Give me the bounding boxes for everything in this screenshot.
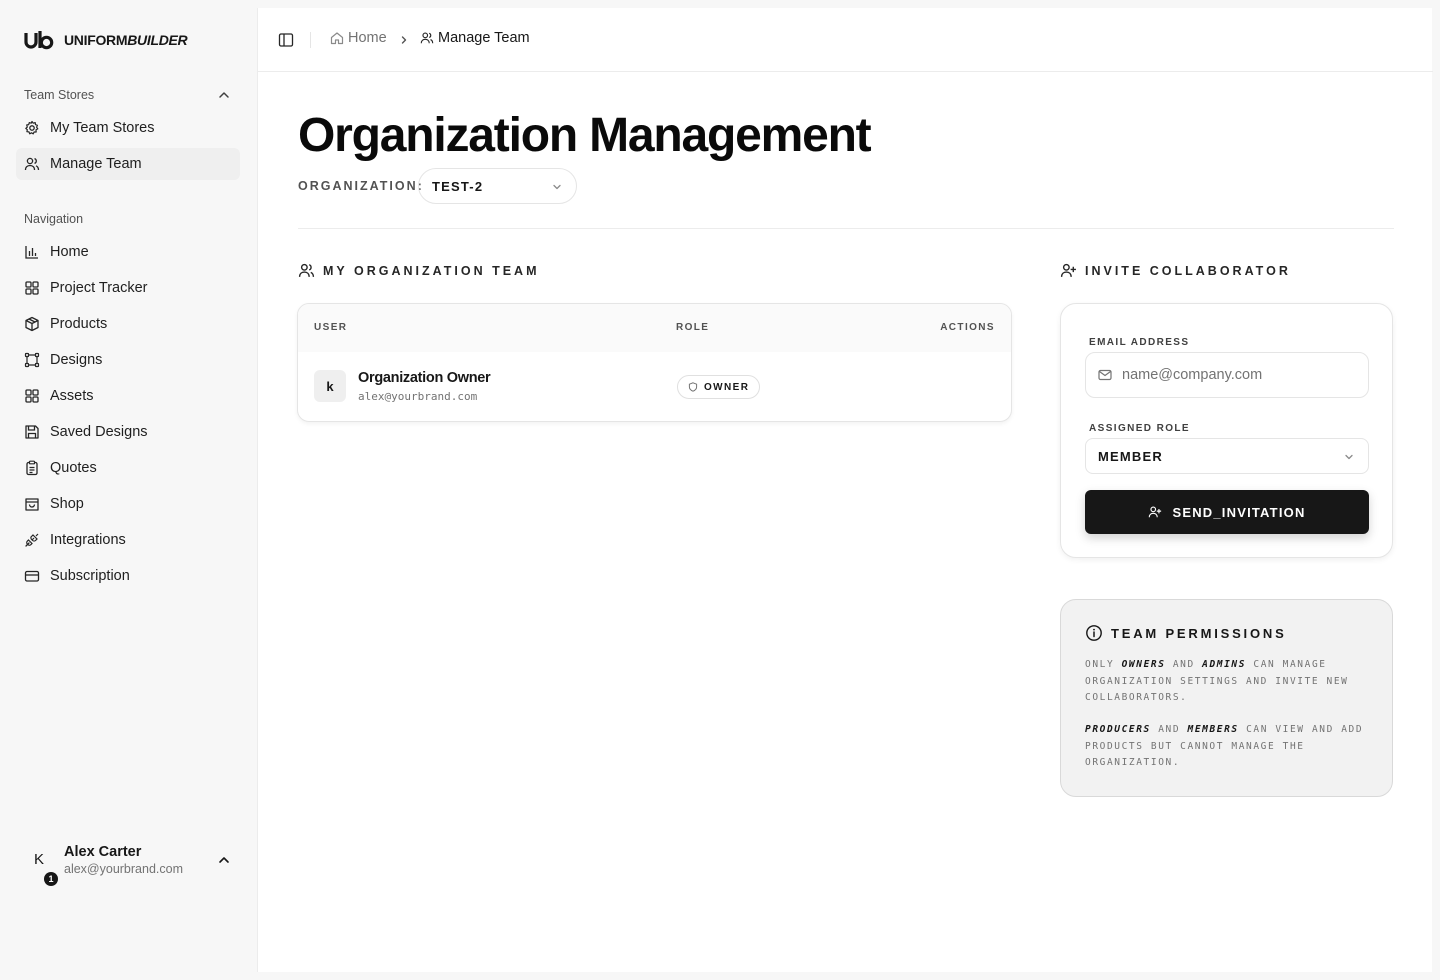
avatar: K 1 xyxy=(24,848,58,886)
sidebar-item-assets[interactable]: Assets xyxy=(16,380,240,412)
user-plus-icon xyxy=(1060,263,1076,277)
notification-badge: 1 xyxy=(44,872,58,886)
sidebar-item-saved-designs[interactable]: Saved Designs xyxy=(16,416,240,448)
sidebar-item-shop[interactable]: Shop xyxy=(16,488,240,520)
column-header-role: ROLE xyxy=(676,322,710,333)
permissions-members-text: PRODUCERS AND MEMBERS CAN VIEW AND ADD P… xyxy=(1085,724,1364,768)
main-panel: Home Manage Team Organization Management… xyxy=(257,8,1433,972)
chevron-down-icon xyxy=(1345,454,1353,460)
bar-chart-icon xyxy=(25,246,38,259)
ub-logo-icon xyxy=(24,31,54,50)
email-field[interactable] xyxy=(1085,352,1369,398)
store-icon xyxy=(25,498,39,511)
sidebar-item-label: My Team Stores xyxy=(50,120,155,136)
sidebar-item-label: Saved Designs xyxy=(50,424,148,440)
info-icon xyxy=(1086,625,1102,641)
organization-value: TEST-2 xyxy=(432,178,484,194)
group-label-navigation: Navigation xyxy=(24,212,84,226)
users-icon xyxy=(24,157,40,171)
user-email: alex@yourbrand.com xyxy=(64,862,183,876)
group-label-team-stores: Team Stores xyxy=(24,88,95,102)
sidebar-item-quotes[interactable]: Quotes xyxy=(16,452,240,484)
email-label: EMAIL ADDRESS xyxy=(1089,337,1190,348)
column-header-actions: ACTIONS xyxy=(940,322,995,333)
sidebar-item-designs[interactable]: Designs xyxy=(16,344,240,376)
sidebar: UNIFORMBUILDER Team Stores My Team Store… xyxy=(0,0,256,980)
team-table: USER ROLE ACTIONS k Organization Owner a… xyxy=(297,303,1012,422)
chevron-up-icon[interactable] xyxy=(218,89,230,101)
credit-card-icon xyxy=(24,570,40,582)
grid-icon xyxy=(25,389,39,403)
package-icon xyxy=(25,316,39,332)
member-email: alex@yourbrand.com xyxy=(358,390,478,403)
permissions-title: TEAM PERMISSIONS xyxy=(1085,624,1287,642)
send-invitation-button[interactable]: SEND_INVITATION xyxy=(1085,490,1369,534)
toolbar-divider xyxy=(310,32,311,48)
grid-icon xyxy=(25,281,39,295)
sidebar-item-products[interactable]: Products xyxy=(16,308,240,340)
users-icon xyxy=(420,32,434,44)
page-title: Organization Management xyxy=(298,109,872,162)
sidebar-item-label: Project Tracker xyxy=(50,280,148,296)
sidebar-item-label: Products xyxy=(50,316,108,332)
user-name: Alex Carter xyxy=(64,844,142,860)
save-icon xyxy=(25,425,39,439)
email-input[interactable] xyxy=(1122,367,1352,383)
sidebar-toggle-icon[interactable] xyxy=(278,32,294,48)
sidebar-item-label: Home xyxy=(50,244,89,260)
sidebar-item-label: Designs xyxy=(50,352,103,368)
role-value: MEMBER xyxy=(1098,448,1163,464)
chevron-right-icon xyxy=(401,36,407,44)
breadcrumb-manage-team[interactable]: Manage Team xyxy=(420,30,530,46)
sidebar-item-my-team-stores[interactable]: My Team Stores xyxy=(16,112,240,144)
sidebar-item-project-tracker[interactable]: Project Tracker xyxy=(16,272,240,304)
vector-square-icon xyxy=(24,352,40,368)
sidebar-item-label: Subscription xyxy=(50,568,130,584)
top-bar: Home Manage Team xyxy=(258,8,1433,72)
shield-icon xyxy=(688,382,698,392)
plug-icon xyxy=(25,533,39,547)
table-header: USER ROLE ACTIONS xyxy=(298,304,1011,352)
role-select[interactable]: MEMBER xyxy=(1085,438,1369,474)
home-icon xyxy=(330,32,344,45)
clipboard-icon xyxy=(26,460,38,476)
mail-icon xyxy=(1098,369,1112,381)
organization-select[interactable]: TEST-2 xyxy=(418,168,577,204)
team-section-title: MY ORGANIZATION TEAM xyxy=(298,262,539,279)
sidebar-item-manage-team[interactable]: Manage Team xyxy=(16,148,240,180)
invite-section-title: INVITE COLLABORATOR xyxy=(1060,262,1291,279)
gear-icon xyxy=(25,120,39,135)
invite-form: EMAIL ADDRESS ASSIGNED ROLE MEMBER SEND_… xyxy=(1060,303,1393,558)
sidebar-item-subscription[interactable]: Subscription xyxy=(16,560,240,592)
sidebar-item-label: Manage Team xyxy=(50,156,142,172)
user-menu[interactable]: K 1 Alex Carter alex@yourbrand.com xyxy=(24,840,234,886)
sidebar-item-label: Assets xyxy=(50,388,94,404)
permissions-owners-text: ONLY OWNERS AND ADMINS CAN MANAGE ORGANI… xyxy=(1085,659,1349,703)
sidebar-item-label: Quotes xyxy=(50,460,97,476)
sidebar-item-home[interactable]: Home xyxy=(16,236,240,268)
chevron-down-icon xyxy=(553,184,561,190)
brand-logo[interactable]: UNIFORMBUILDER xyxy=(24,28,188,52)
sidebar-item-label: Integrations xyxy=(50,532,126,548)
organization-label: ORGANIZATION: xyxy=(298,179,424,193)
sidebar-item-integrations[interactable]: Integrations xyxy=(16,524,240,556)
chevron-up-icon[interactable] xyxy=(218,854,230,866)
section-divider xyxy=(298,228,1394,229)
role-badge: OWNER xyxy=(677,375,761,399)
role-label: ASSIGNED ROLE xyxy=(1089,423,1190,434)
brand-name: UNIFORMBUILDER xyxy=(64,32,188,48)
column-header-user: USER xyxy=(314,322,348,333)
user-plus-icon xyxy=(1149,506,1162,518)
member-avatar: k xyxy=(314,370,346,402)
breadcrumb-home[interactable]: Home xyxy=(330,30,387,46)
member-name: Organization Owner xyxy=(358,370,491,386)
team-permissions-panel: TEAM PERMISSIONS ONLY OWNERS AND ADMINS … xyxy=(1060,599,1393,797)
sidebar-item-label: Shop xyxy=(50,496,84,512)
users-icon xyxy=(298,263,315,277)
